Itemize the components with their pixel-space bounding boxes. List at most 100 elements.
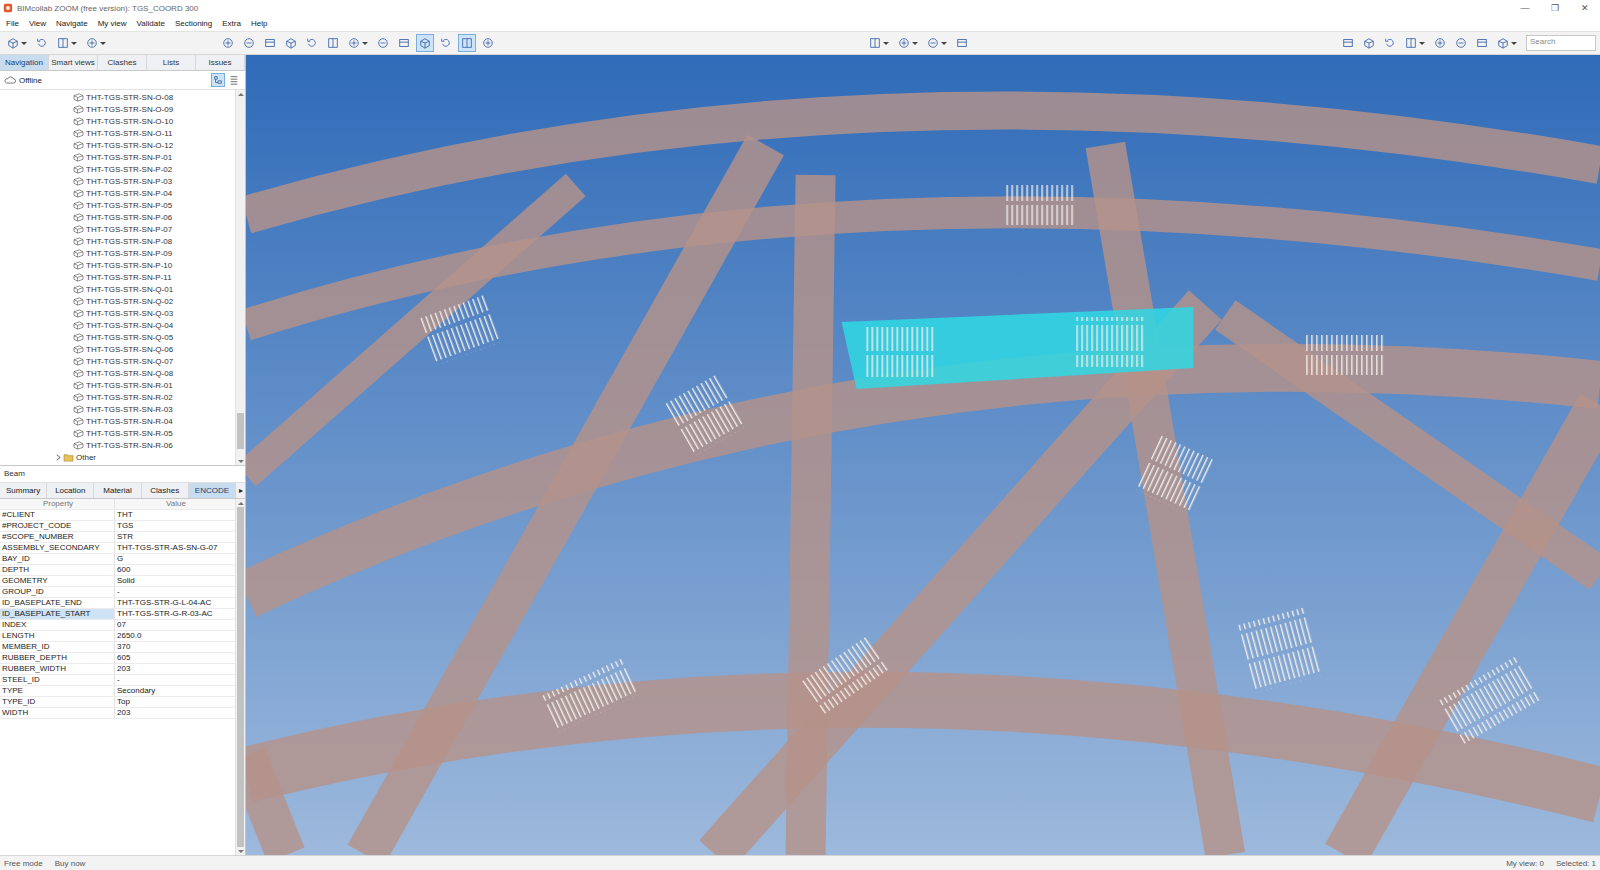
panel-tab[interactable]: Clashes xyxy=(98,55,147,70)
properties-scrollbar[interactable] xyxy=(235,499,245,855)
tree-item[interactable]: THT-TGS-STR-SN-P-08 xyxy=(0,235,235,247)
toolbar-button[interactable] xyxy=(479,34,497,52)
tree-item[interactable]: THT-TGS-STR-SN-Q-07 xyxy=(0,355,235,367)
tree-item[interactable]: THT-TGS-STR-SN-P-03 xyxy=(0,175,235,187)
tree-item[interactable]: THT-TGS-STR-SN-Q-05 xyxy=(0,331,235,343)
status-item[interactable]: Buy now xyxy=(55,859,86,868)
tree-item[interactable]: THT-TGS-STR-SN-P-10 xyxy=(0,259,235,271)
toolbar-button[interactable] xyxy=(1431,34,1449,52)
toolbar-button[interactable] xyxy=(33,34,51,52)
tree-item[interactable]: THT-TGS-STR-SN-O-12 xyxy=(0,139,235,151)
scroll-down-icon[interactable] xyxy=(236,847,245,855)
toolbar-button[interactable] xyxy=(303,34,321,52)
property-row[interactable]: MEMBER_ID370 xyxy=(0,642,235,653)
scroll-up-icon[interactable] xyxy=(236,499,245,507)
toolbar-button[interactable] xyxy=(1339,34,1357,52)
toolbar-button[interactable] xyxy=(416,34,434,52)
menu-item[interactable]: Help xyxy=(251,19,267,28)
toolbar-button[interactable] xyxy=(437,34,455,52)
menu-item[interactable]: My view xyxy=(98,19,127,28)
toolbar-button[interactable] xyxy=(240,34,258,52)
toolbar-button[interactable] xyxy=(4,34,30,52)
toolbar-button[interactable] xyxy=(345,34,371,52)
menu-item[interactable]: Extra xyxy=(222,19,241,28)
menu-item[interactable]: File xyxy=(6,19,19,28)
window-control-button[interactable]: ❐ xyxy=(1540,3,1570,13)
tree-item[interactable]: THT-TGS-STR-SN-R-05 xyxy=(0,427,235,439)
toolbar-button[interactable] xyxy=(324,34,342,52)
tree-item[interactable]: THT-TGS-STR-SN-R-01 xyxy=(0,379,235,391)
toolbar-button[interactable] xyxy=(219,34,237,52)
search-field[interactable]: Search xyxy=(1526,35,1596,51)
panel-tab[interactable]: Lists xyxy=(147,55,196,70)
property-row[interactable]: STEEL_ID- xyxy=(0,675,235,686)
panel-tab[interactable]: Issues xyxy=(196,55,245,70)
property-row[interactable]: DEPTH600 xyxy=(0,565,235,576)
toolbar-button[interactable] xyxy=(1381,34,1399,52)
property-row[interactable]: #CLIENTTHT xyxy=(0,510,235,521)
property-row[interactable]: ID_BASEPLATE_STARTTHT-TGS-STR-G-R-03-AC xyxy=(0,609,235,620)
expand-arrow-icon[interactable] xyxy=(55,454,62,461)
menu-item[interactable]: Sectioning xyxy=(175,19,212,28)
selected-beam[interactable] xyxy=(842,307,1194,389)
property-row[interactable]: RUBBER_DEPTH605 xyxy=(0,653,235,664)
tree-item[interactable]: THT-TGS-STR-SN-O-10 xyxy=(0,115,235,127)
toolbar-button[interactable] xyxy=(83,34,109,52)
tree-item[interactable]: THT-TGS-STR-SN-Q-06 xyxy=(0,343,235,355)
properties-tab[interactable]: Summary xyxy=(0,483,47,498)
scroll-down-icon[interactable] xyxy=(236,457,245,465)
scroll-thumb[interactable] xyxy=(237,507,244,847)
property-row[interactable]: #SCOPE_NUMBERSTR xyxy=(0,532,235,543)
property-row[interactable]: RUBBER_WIDTH203 xyxy=(0,664,235,675)
tree-item[interactable]: Other xyxy=(0,451,235,463)
toolbar-button[interactable] xyxy=(374,34,392,52)
toolbar-button[interactable] xyxy=(1360,34,1378,52)
toolbar-button[interactable] xyxy=(1402,34,1428,52)
toolbar-button[interactable] xyxy=(895,34,921,52)
tree-item[interactable]: THT-TGS-STR-SN-P-01 xyxy=(0,151,235,163)
tree-item[interactable]: THT-TGS-STR-SN-P-11 xyxy=(0,271,235,283)
toolbar-button[interactable] xyxy=(924,34,950,52)
tree-item[interactable]: THT-TGS-STR-SN-Q-02 xyxy=(0,295,235,307)
tree-item[interactable]: THT-TGS-STR-SN-Q-01 xyxy=(0,283,235,295)
tree-item[interactable]: THT-TGS-STR-SN-R-03 xyxy=(0,403,235,415)
tree-item[interactable]: THT-TGS-STR-SN-P-05 xyxy=(0,199,235,211)
toolbar-button[interactable] xyxy=(458,34,476,52)
scroll-thumb[interactable] xyxy=(237,413,244,449)
window-control-button[interactable]: — xyxy=(1510,3,1540,13)
status-item[interactable]: Free mode xyxy=(4,859,43,868)
panel-tool-button[interactable] xyxy=(227,73,241,87)
tree-item[interactable]: THT-TGS-STR-SN-Q-08 xyxy=(0,367,235,379)
property-row[interactable]: #PROJECT_CODETGS xyxy=(0,521,235,532)
tree-item[interactable]: THT-TGS-STR-SN-P-09 xyxy=(0,247,235,259)
property-row[interactable]: GEOMETRYSolid xyxy=(0,576,235,587)
toolbar-button[interactable] xyxy=(1473,34,1491,52)
tree-item[interactable]: THT-TGS-STR-SN-P-02 xyxy=(0,163,235,175)
properties-tab[interactable]: Material xyxy=(94,483,141,498)
property-row[interactable]: BAY_IDG xyxy=(0,554,235,565)
model-scene[interactable] xyxy=(246,55,1600,855)
panel-tab[interactable]: Navigation xyxy=(0,55,49,70)
property-row[interactable]: TYPE_IDTop xyxy=(0,697,235,708)
3d-viewport[interactable] xyxy=(246,55,1600,855)
toolbar-button[interactable] xyxy=(866,34,892,52)
tree-item[interactable]: THT-TGS-STR-SN-O-08 xyxy=(0,91,235,103)
properties-tab[interactable]: Location xyxy=(47,483,94,498)
panel-tool-button[interactable] xyxy=(211,73,225,87)
menu-item[interactable]: View xyxy=(29,19,46,28)
tree-item[interactable]: THT-TGS-STR-SN-P-04 xyxy=(0,187,235,199)
property-row[interactable]: ID_BASEPLATE_ENDTHT-TGS-STR-G-L-04-AC xyxy=(0,598,235,609)
property-row[interactable]: ASSEMBLY_SECONDARYTHT-TGS-STR-AS-SN-G-07 xyxy=(0,543,235,554)
tree-item[interactable]: THT-TGS-STR-SN-R-02 xyxy=(0,391,235,403)
tree-item[interactable]: THT-TGS-STR-SN-P-06 xyxy=(0,211,235,223)
tree-scrollbar[interactable] xyxy=(235,90,245,465)
tree-item[interactable]: THT-TGS-STR-SN-Q-04 xyxy=(0,319,235,331)
toolbar-button[interactable] xyxy=(953,34,971,52)
tree-item[interactable]: THT-TGS-STR-SN-R-04 xyxy=(0,415,235,427)
property-row[interactable]: WIDTH203 xyxy=(0,708,235,719)
properties-tab[interactable]: Clashes xyxy=(142,483,189,498)
property-row[interactable]: TYPESecondary xyxy=(0,686,235,697)
tree-item[interactable]: THT-TGS-STR-SN-R-06 xyxy=(0,439,235,451)
menu-item[interactable]: Navigate xyxy=(56,19,88,28)
toolbar-button[interactable] xyxy=(1494,34,1520,52)
